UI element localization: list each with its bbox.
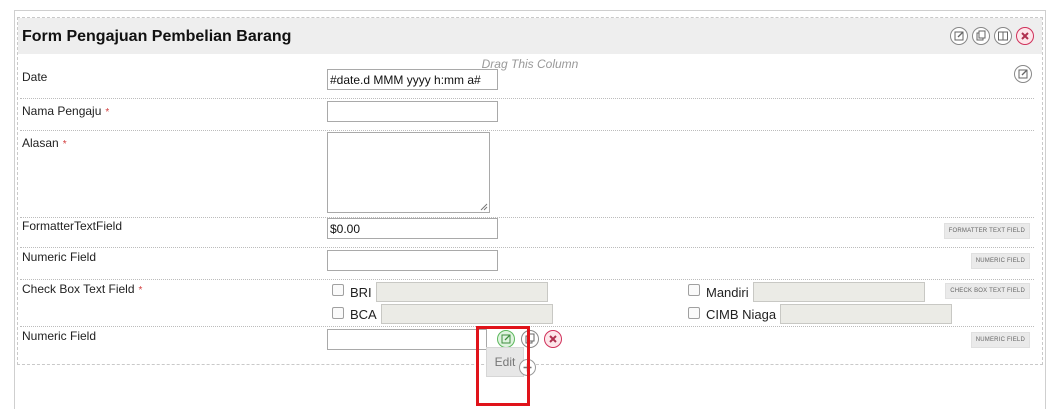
delete-element-button[interactable] xyxy=(544,330,562,348)
highlight-box xyxy=(476,326,530,406)
field-label: Alasan * xyxy=(22,136,67,150)
checkbox-bri[interactable] xyxy=(332,284,344,296)
form-row-alasan: Alasan * xyxy=(20,131,1034,218)
checkbox-label: Mandiri xyxy=(706,285,749,300)
numeric-input[interactable] xyxy=(327,250,498,271)
date-input[interactable]: #date.d MMM yyyy h:mm a# xyxy=(327,69,498,90)
field-type-tag: NUMERIC FIELD xyxy=(970,332,1030,348)
form-row-numeric: Numeric Field NUMERIC FIELD xyxy=(20,248,1034,280)
checkbox-label: BRI xyxy=(350,285,372,300)
field-type-tag: FORMATTER TEXT FIELD xyxy=(943,223,1030,239)
edit-section-button[interactable] xyxy=(950,27,968,45)
field-label: Check Box Text Field * xyxy=(22,282,143,296)
close-icon xyxy=(1021,32,1029,40)
bca-text-input[interactable] xyxy=(381,304,553,324)
close-icon xyxy=(549,335,557,343)
field-label: Nama Pengaju * xyxy=(22,104,110,118)
nama-pengaju-input[interactable] xyxy=(327,101,498,122)
form-row-nama-pengaju: Nama Pengaju * xyxy=(20,99,1034,131)
form-section: Form Pengajuan Pembelian Barang Drag Thi… xyxy=(17,17,1043,365)
field-type-tag: NUMERIC FIELD xyxy=(970,253,1030,269)
field-label: Numeric Field xyxy=(22,250,97,264)
resize-handle-icon[interactable] xyxy=(480,203,488,211)
form-canvas: Form Pengajuan Pembelian Barang Drag Thi… xyxy=(14,10,1046,409)
copy-section-button[interactable] xyxy=(972,27,990,45)
checkbox-mandiri[interactable] xyxy=(688,284,700,296)
checkbox-cimb-niaga[interactable] xyxy=(688,307,700,319)
numeric-input-2[interactable] xyxy=(327,329,487,350)
cimb-niaga-text-input[interactable] xyxy=(780,304,952,324)
field-label: Numeric Field xyxy=(22,329,97,343)
checkbox-label: CIMB Niaga xyxy=(706,307,777,322)
checkbox-bca[interactable] xyxy=(332,307,344,319)
form-row-date: Date #date.d MMM yyyy h:mm a# xyxy=(20,69,1034,99)
section-title: Form Pengajuan Pembelian Barang xyxy=(22,28,292,45)
field-label: Date xyxy=(22,70,48,84)
required-marker: * xyxy=(62,139,67,150)
columns-icon xyxy=(998,31,1008,41)
form-row-formatter: FormatterTextField $0.00 FORMATTER TEXT … xyxy=(20,218,1034,248)
section-header: Form Pengajuan Pembelian Barang xyxy=(18,18,1042,54)
bri-text-input[interactable] xyxy=(376,282,548,302)
pencil-icon xyxy=(954,31,964,41)
checkbox-label: BCA xyxy=(350,307,377,322)
delete-section-button[interactable] xyxy=(1016,27,1034,45)
required-marker: * xyxy=(138,285,143,296)
form-row-checkbox: Check Box Text Field * BRI BCA Mandiri CI… xyxy=(20,280,1034,327)
copy-icon xyxy=(976,30,986,41)
columns-section-button[interactable] xyxy=(994,27,1012,45)
alasan-textarea[interactable] xyxy=(327,132,490,213)
mandiri-text-input[interactable] xyxy=(753,282,925,302)
required-marker: * xyxy=(105,107,110,118)
formatter-text-input[interactable]: $0.00 xyxy=(327,218,498,239)
field-type-tag: CHECK BOX TEXT FIELD xyxy=(945,283,1030,299)
field-label: FormatterTextField xyxy=(22,219,123,233)
